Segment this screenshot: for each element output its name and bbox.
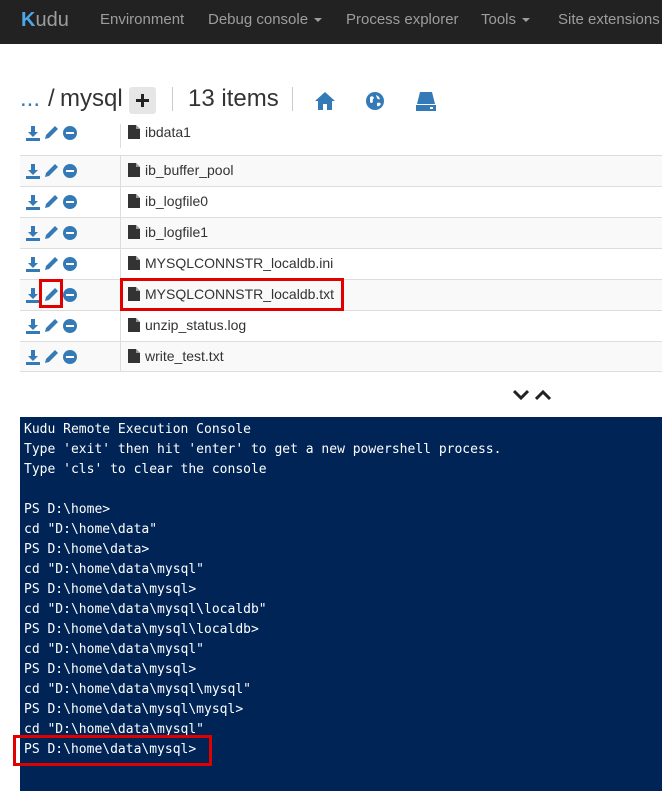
console-line: Type 'cls' to clear the console [24, 462, 267, 477]
download-icon[interactable] [25, 318, 41, 339]
globe-icon[interactable] [365, 90, 385, 118]
file-name[interactable]: MYSQLCONNSTR_localdb.ini [145, 255, 333, 271]
edit-pencil-icon[interactable] [43, 194, 59, 215]
drive-icon[interactable] [415, 90, 437, 118]
nav-tools[interactable]: Tools [481, 11, 531, 28]
file-icon [128, 349, 140, 368]
delete-minus-icon[interactable] [62, 318, 78, 339]
download-icon[interactable] [25, 163, 41, 184]
annotation-highlight-file [120, 278, 344, 311]
file-table: ibdata1 ib_buffer_pool ib_logfile0 ib_lo… [20, 124, 662, 372]
download-icon[interactable] [25, 349, 41, 370]
nav-debug-console[interactable]: Debug console [208, 11, 323, 28]
download-icon[interactable] [25, 225, 41, 246]
file-icon [128, 256, 140, 275]
delete-minus-icon[interactable] [62, 194, 78, 215]
file-icon [128, 163, 140, 182]
edit-pencil-icon[interactable] [43, 256, 59, 277]
breadcrumb-parent-link[interactable]: ... [20, 85, 40, 113]
file-name[interactable]: ibdata1 [145, 124, 191, 140]
caret-down-icon [314, 18, 323, 23]
console-line: Type 'exit' then hit 'enter' to get a ne… [24, 442, 502, 457]
annotation-highlight-edit [39, 279, 63, 308]
nav-process-explorer[interactable]: Process explorer [346, 11, 459, 28]
add-item-button[interactable] [129, 87, 156, 114]
file-name[interactable]: unzip_status.log [145, 317, 246, 333]
edit-pencil-icon[interactable] [43, 349, 59, 370]
nav-environment[interactable]: Environment [100, 11, 184, 28]
delete-minus-icon[interactable] [62, 163, 78, 184]
nav-site-extensions[interactable]: Site extensions [558, 11, 660, 28]
table-row[interactable]: ibdata1 [20, 124, 662, 148]
console-line: PS D:\home\data> [24, 542, 150, 557]
edit-pencil-icon[interactable] [43, 225, 59, 246]
breadcrumb-current-folder: mysql [60, 85, 123, 112]
table-row[interactable]: ib_logfile0 [20, 186, 662, 217]
delete-minus-icon[interactable] [62, 125, 78, 146]
delete-minus-icon[interactable] [62, 256, 78, 277]
items-count: 13 items [188, 85, 279, 112]
top-navbar: Kudu Environment Debug console Process e… [0, 0, 662, 44]
delete-minus-icon[interactable] [62, 349, 78, 370]
file-name[interactable]: write_test.txt [145, 348, 224, 364]
console-line: cd "D:\home\data\mysql" [24, 642, 205, 657]
chevron-up-icon[interactable] [534, 388, 552, 406]
file-name[interactable]: ib_buffer_pool [145, 162, 233, 178]
table-row[interactable]: MYSQLCONNSTR_localdb.ini [20, 248, 662, 279]
console-line: PS D:\home\data\mysql> [24, 662, 197, 677]
breadcrumb-separator: / [48, 85, 55, 112]
download-icon[interactable] [25, 194, 41, 215]
table-row[interactable]: unzip_status.log [20, 310, 662, 341]
console-line: PS D:\home> [24, 502, 111, 517]
download-icon[interactable] [25, 125, 41, 146]
divider [20, 371, 662, 372]
table-row[interactable]: ib_logfile1 [20, 217, 662, 248]
edit-pencil-icon[interactable] [43, 125, 59, 146]
delete-minus-icon[interactable] [62, 225, 78, 246]
file-icon [128, 125, 140, 144]
console-line: cd "D:\home\data\mysql" [24, 562, 205, 577]
download-icon[interactable] [25, 256, 41, 277]
divider [172, 87, 173, 111]
file-name[interactable]: ib_logfile1 [145, 224, 208, 240]
console-line: PS D:\home\data\mysql\mysql> [24, 702, 244, 717]
console-line: PS D:\home\data\mysql\localdb> [24, 622, 259, 637]
console-line: PS D:\home\data\mysql> [24, 582, 197, 597]
table-row[interactable]: ib_buffer_pool [20, 155, 662, 186]
home-icon[interactable] [314, 90, 336, 118]
delete-minus-icon[interactable] [62, 287, 78, 308]
edit-pencil-icon[interactable] [43, 318, 59, 339]
edit-pencil-icon[interactable] [43, 163, 59, 184]
annotation-highlight-prompt [13, 735, 212, 766]
file-icon [128, 318, 140, 337]
table-row[interactable]: write_test.txt [20, 341, 662, 372]
console-line: cd "D:\home\data" [24, 522, 158, 537]
divider [292, 87, 293, 111]
file-name[interactable]: ib_logfile0 [145, 193, 208, 209]
caret-down-icon [522, 18, 531, 23]
file-icon [128, 225, 140, 244]
chevron-down-icon[interactable] [512, 388, 530, 406]
file-icon [128, 194, 140, 213]
console-line: cd "D:\home\data\mysql\mysql" [24, 682, 251, 697]
console-line: cd "D:\home\data\mysql\localdb" [24, 602, 267, 617]
kudu-logo[interactable]: Kudu [21, 9, 69, 32]
console-line: Kudu Remote Execution Console [24, 422, 251, 437]
